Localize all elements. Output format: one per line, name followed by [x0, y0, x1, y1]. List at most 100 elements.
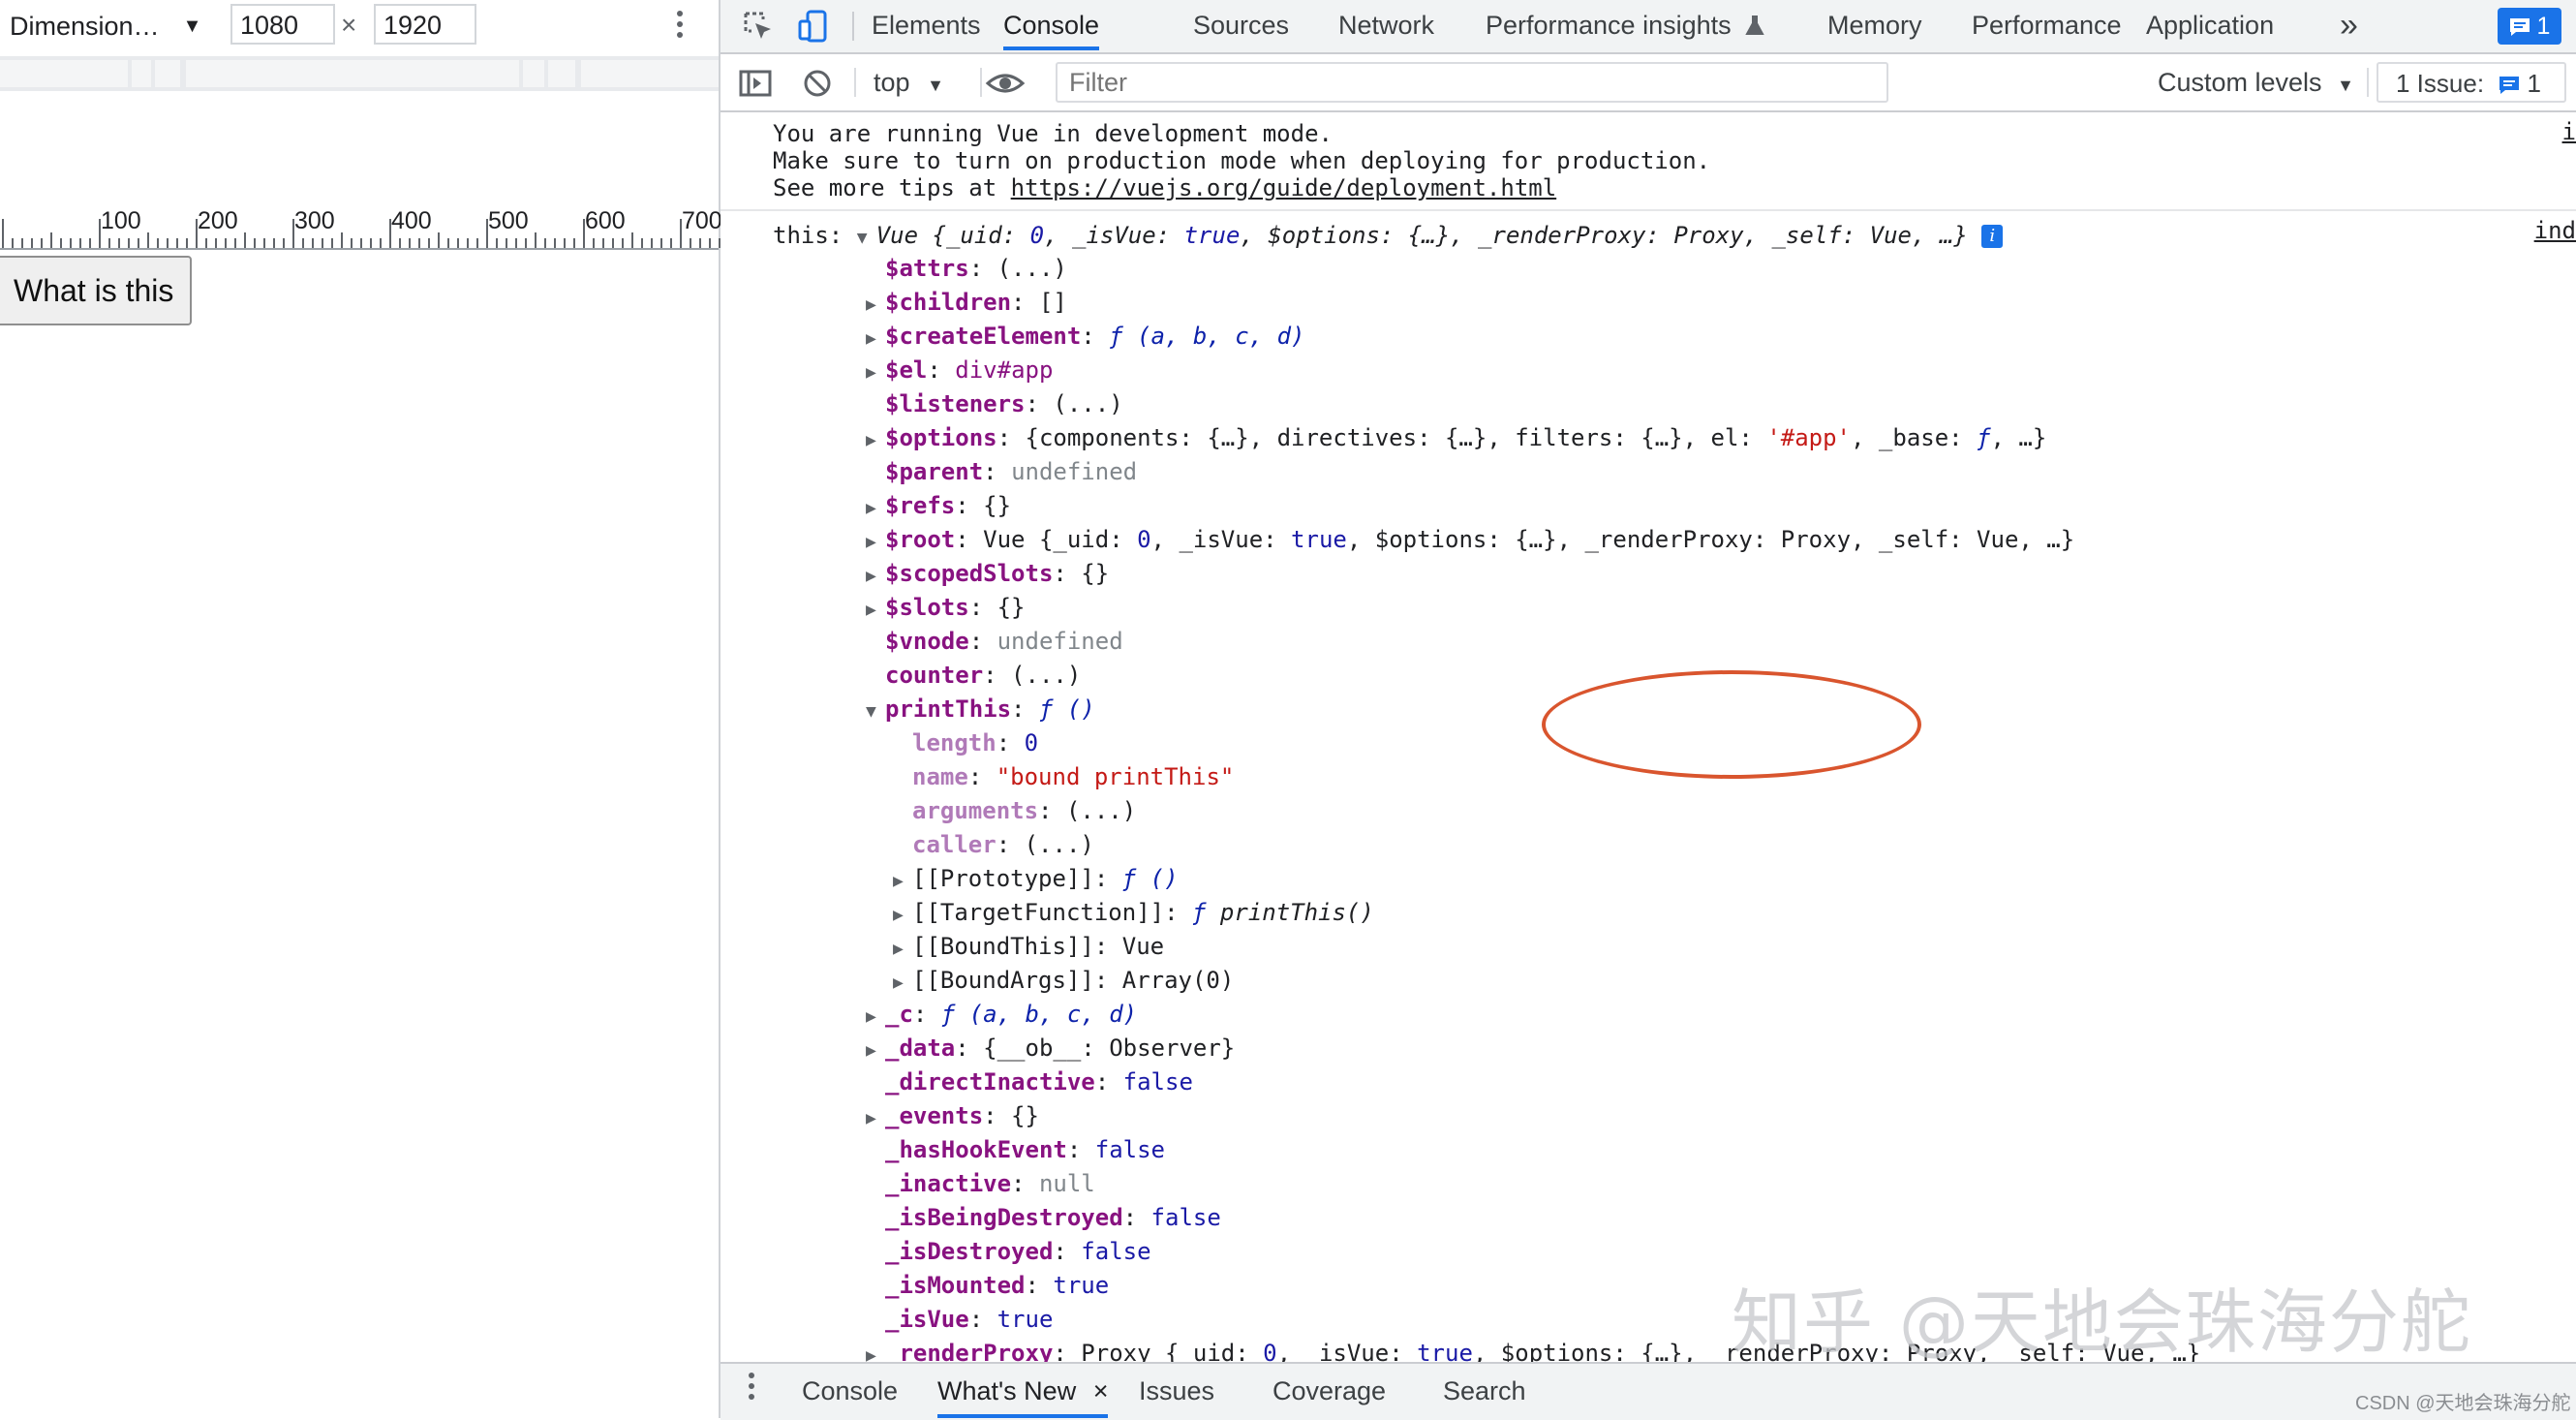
property-row[interactable]: _hasHookEvent: false — [885, 1133, 1165, 1166]
media-query-segment[interactable] — [0, 60, 128, 87]
drawer-menu-icon[interactable] — [746, 1368, 757, 1405]
filter-input[interactable] — [1056, 62, 1888, 103]
media-query-segment[interactable] — [581, 60, 719, 87]
drawer-tab-console[interactable]: Console — [802, 1364, 898, 1418]
ruler-tick — [186, 238, 188, 248]
height-input[interactable]: 1920 — [374, 4, 476, 45]
tab-sources[interactable]: Sources — [1193, 0, 1289, 50]
tab-network[interactable]: Network — [1338, 0, 1434, 50]
property-row[interactable]: ▶ _events: {} — [866, 1099, 1039, 1132]
media-query-segment[interactable] — [132, 60, 151, 87]
property-row[interactable]: $attrs: (...) — [885, 252, 1067, 285]
property-row[interactable]: ▶ _data: {__ob__: Observer} — [866, 1032, 1235, 1065]
property-row[interactable]: $listeners: (...) — [885, 387, 1123, 420]
drawer-tab-issues[interactable]: Issues — [1139, 1364, 1214, 1418]
property-row[interactable]: _isMounted: true — [885, 1269, 1109, 1302]
drawer-tab-whats-new[interactable]: What's New × — [937, 1364, 1109, 1418]
property-row[interactable]: ▶ [[TargetFunction]]: ƒ printThis() — [893, 896, 1374, 929]
tab-separator — [852, 12, 854, 41]
property-row[interactable]: ▶ $children: [] — [866, 286, 1067, 319]
media-query-bar[interactable] — [0, 56, 719, 91]
ruler-tick — [234, 238, 236, 248]
sidebar-toggle-icon[interactable] — [738, 66, 773, 101]
log-object-row[interactable]: this: ▼ Vue {_uid: 0, _isVue: true, $opti… — [773, 219, 2004, 252]
ruler-tick — [506, 238, 507, 248]
device-toolbar: Dimension… ▼ 1080 × 1920 — [0, 0, 719, 52]
property-row[interactable]: ▶ $createElement: ƒ (a, b, c, d) — [866, 320, 1305, 353]
property-row[interactable]: ▶ $options: {components: {…}, directives:… — [866, 421, 2046, 454]
inspect-element-icon[interactable] — [740, 8, 777, 45]
issues-label: 1 Issue: — [2396, 69, 2485, 98]
media-query-segment[interactable] — [548, 60, 575, 87]
console-output[interactable]: You are running Vue in development mode.… — [721, 112, 2576, 1362]
property-row[interactable]: $vnode: undefined — [885, 625, 1123, 658]
property-row[interactable]: ▶ _c: ƒ (a, b, c, d) — [866, 998, 1137, 1031]
ruler-tick — [457, 238, 459, 248]
tab-console[interactable]: Console — [1003, 0, 1100, 50]
property-row[interactable]: ▶ $root: Vue {_uid: 0, _isVue: true, $opt… — [866, 523, 2074, 556]
property-row[interactable]: caller: (...) — [912, 828, 1094, 861]
context-select-label: top — [874, 68, 910, 97]
device-emulation-pane: Dimension… ▼ 1080 × 1920 100 200 300 400 500… — [0, 0, 722, 1418]
property-row[interactable]: counter: (...) — [885, 659, 1081, 692]
media-query-segment[interactable] — [523, 60, 544, 87]
log-levels-label: Custom levels — [2158, 68, 2322, 97]
property-row[interactable]: _isBeingDestroyed: false — [885, 1201, 1221, 1234]
issues-button[interactable]: 1 Issue: 1 — [2377, 62, 2566, 103]
eye-icon[interactable] — [982, 66, 1028, 101]
ruler-tick — [215, 238, 217, 248]
property-row[interactable]: ▶ $scopedSlots: {} — [866, 557, 1109, 590]
ruler-label: 300 — [294, 207, 335, 234]
messages-badge[interactable]: 1 — [2498, 8, 2561, 45]
tab-performance-insights[interactable]: Performance insights — [1486, 0, 1765, 50]
media-query-segment[interactable] — [155, 60, 180, 87]
device-select[interactable]: Dimension… ▼ — [10, 6, 201, 46]
property-row[interactable]: ▶ [[Prototype]]: ƒ () — [893, 862, 1179, 895]
property-row[interactable]: length: 0 — [912, 726, 1038, 759]
property-row[interactable]: $parent: undefined — [885, 455, 1137, 488]
property-row[interactable]: _directInactive: false — [885, 1065, 1193, 1098]
more-options-icon[interactable] — [670, 6, 690, 46]
log-levels-select[interactable]: Custom levels ▼ — [2158, 64, 2354, 101]
tab-performance[interactable]: Performance — [1972, 0, 2122, 50]
more-tabs-icon[interactable]: » — [2340, 0, 2358, 50]
property-row[interactable]: _isVue: true — [885, 1303, 1053, 1336]
property-row-printthis[interactable]: ▼ printThis: ƒ () — [866, 693, 1095, 725]
property-row[interactable]: _inactive: null — [885, 1167, 1095, 1200]
devtools-panel: Elements Console Sources Network Perform… — [721, 0, 2576, 1420]
clear-console-icon[interactable] — [800, 66, 835, 101]
drawer-tab-coverage[interactable]: Coverage — [1273, 1364, 1386, 1418]
context-select[interactable]: top ▼ — [874, 64, 944, 101]
property-row[interactable]: _isDestroyed: false — [885, 1235, 1151, 1268]
property-row[interactable]: arguments: (...) — [912, 794, 1136, 827]
close-icon[interactable]: × — [1093, 1376, 1109, 1405]
property-row[interactable]: ▶ $el: div#app — [866, 354, 1053, 386]
source-link[interactable]: ind — [2534, 217, 2576, 244]
device-toggle-icon[interactable] — [796, 8, 833, 45]
message-line: Make sure to turn on production mode whe… — [773, 147, 1711, 174]
property-row[interactable]: ▶ [[BoundThis]]: Vue — [893, 930, 1164, 963]
source-link[interactable]: i — [2562, 118, 2576, 145]
drawer-tabbar: Console What's New × Issues Coverage Sea… — [721, 1362, 2576, 1420]
dimension-separator: × — [341, 10, 357, 40]
property-row[interactable]: ▶ _renderProxy: Proxy {_uid: 0, _isVue: t… — [866, 1337, 2200, 1362]
caret-down-icon: ▼ — [2337, 76, 2354, 95]
deployment-guide-link[interactable]: https://vuejs.org/guide/deployment.html — [1011, 174, 1557, 201]
info-icon[interactable]: i — [1981, 225, 2004, 248]
media-query-segment[interactable] — [186, 60, 519, 87]
caret-down-icon: ▼ — [182, 15, 202, 37]
property-row[interactable]: ▶ $refs: {} — [866, 489, 1011, 522]
drawer-tab-search[interactable]: Search — [1443, 1364, 1526, 1418]
width-input[interactable]: 1080 — [230, 4, 335, 45]
message-text: See more tips at — [773, 174, 1011, 201]
tab-performance-insights-label: Performance insights — [1486, 11, 1732, 40]
property-row[interactable]: ▶ $slots: {} — [866, 591, 1026, 624]
experiment-flask-icon — [1745, 15, 1764, 35]
property-row[interactable]: name: "bound printThis" — [912, 760, 1234, 793]
tab-memory[interactable]: Memory — [1827, 0, 1922, 50]
what-is-this-button[interactable]: What is this — [0, 256, 192, 325]
ruler-tick — [167, 238, 169, 248]
property-row[interactable]: ▶ [[BoundArgs]]: Array(0) — [893, 964, 1234, 997]
tab-elements[interactable]: Elements — [872, 0, 981, 50]
tab-application[interactable]: Application — [2146, 0, 2274, 50]
